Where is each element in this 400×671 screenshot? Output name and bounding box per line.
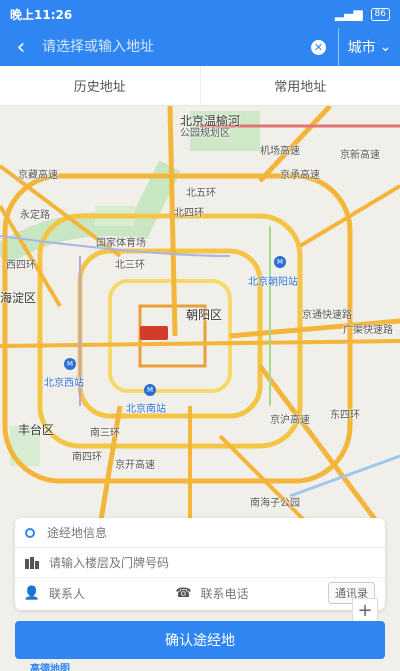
station-label[interactable]: 北京西站 (44, 374, 84, 389)
station-label[interactable]: 北京南站 (126, 400, 166, 415)
map-label: 海淀区 (0, 291, 37, 305)
back-icon[interactable]: ‹ (0, 28, 42, 66)
phone-field[interactable]: ☎ 联系电话 (175, 585, 329, 602)
map-label: 京通快速路 (302, 310, 352, 321)
clear-icon[interactable]: ✕ (311, 39, 326, 55)
map-label: 公园规划区 (180, 128, 230, 139)
waypoint-row[interactable]: 途经地信息 (15, 518, 385, 548)
map-label: 丰台区 (18, 423, 55, 437)
map-label: 京开高速 (115, 460, 155, 471)
map-label: 南海子公园 (250, 498, 300, 509)
map-label: 东四环 (330, 410, 360, 421)
contact-field[interactable]: 👤 联系人 (23, 585, 177, 602)
map-logo: 高德地图 (30, 664, 70, 671)
map-label: 北三环 (115, 260, 145, 271)
contact-label: 联系人 (49, 586, 86, 601)
floor-row[interactable]: 请输入楼层及门牌号码 (15, 548, 385, 578)
status-icons: ▂▄▆ 86 (335, 7, 390, 21)
waypoint-label: 途经地信息 (47, 526, 108, 540)
waypoint-card: 途经地信息 请输入楼层及门牌号码 👤 联系人 ☎ 联系电话 通讯录 (15, 518, 385, 610)
search-bar: ‹ ✕ 城市 ⌄ (0, 28, 400, 66)
tiananmen-icon (140, 326, 168, 340)
tab-history[interactable]: 历史地址 (0, 66, 200, 105)
station-icon: M (274, 256, 286, 268)
map-label: 京新高速 (340, 150, 380, 161)
map-label: 国家体育场 (96, 238, 146, 249)
station-icon: M (64, 358, 76, 370)
map-label: 北四环 (174, 208, 204, 219)
station-icon: M (144, 384, 156, 396)
map-label: 朝阳区 (186, 308, 223, 322)
chevron-down-icon: ⌄ (379, 39, 392, 55)
building-icon (25, 556, 39, 569)
map-label: 广渠快速路 (343, 325, 393, 336)
status-time: 晚上11:26 (10, 7, 73, 22)
map-label: 机场高速 (260, 146, 300, 157)
tab-frequent[interactable]: 常用地址 (199, 66, 400, 105)
status-bar: 晚上11:26 ▂▄▆ 86 (0, 0, 400, 28)
battery-icon: 86 (370, 7, 390, 21)
city-label: 城市 (347, 40, 376, 56)
floor-field[interactable]: 请输入楼层及门牌号码 (49, 554, 169, 571)
contact-icon: 👤 (23, 585, 41, 601)
station-label[interactable]: 北京朝阳站 (248, 273, 298, 288)
map-label: 京沪高速 (270, 415, 310, 426)
signal-icon: ▂▄▆ (334, 7, 363, 21)
contact-row: 👤 联系人 ☎ 联系电话 通讯录 (15, 578, 385, 608)
map-label: 南三环 (90, 428, 120, 439)
address-tabs: 历史地址 常用地址 (0, 66, 400, 106)
map-label: 京承高速 (280, 170, 320, 181)
map-label: 北五环 (186, 188, 216, 199)
map-label: 京藏高速 (18, 170, 58, 181)
map-label: 永定路 (20, 210, 50, 221)
confirm-waypoint-button[interactable]: 确认途经地 (15, 621, 385, 659)
map-label: 西四环 (6, 260, 36, 271)
waypoint-dot-icon (25, 527, 35, 538)
city-selector[interactable]: 城市 ⌄ (338, 28, 400, 66)
address-search-input[interactable] (42, 28, 311, 66)
map-label: 南四环 (72, 452, 102, 463)
phone-label: 联系电话 (200, 586, 249, 601)
phone-icon: ☎ (175, 585, 192, 601)
